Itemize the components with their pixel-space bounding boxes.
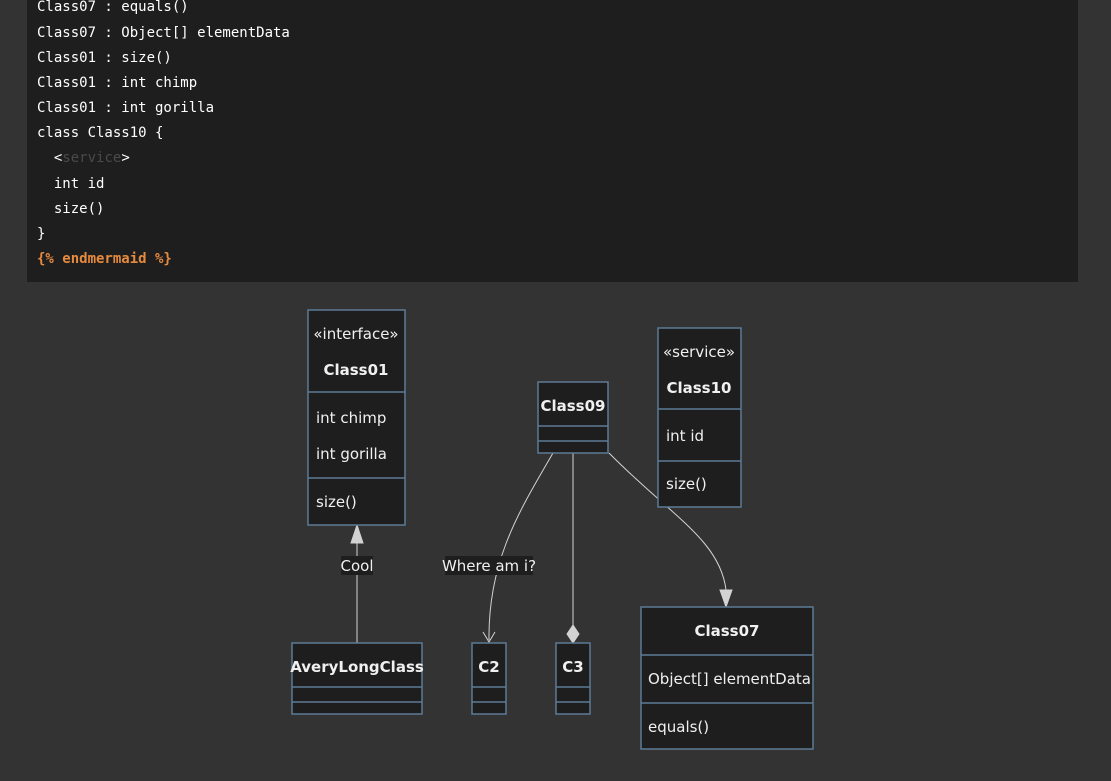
edge-arrow-class07 — [719, 589, 733, 609]
edge-class09-c2 — [488, 452, 554, 641]
class-c3[interactable]: C3 — [555, 642, 591, 715]
class-class01[interactable]: «interface» Class01 int chimp int gorill… — [307, 309, 406, 526]
class10-name: Class10 — [666, 379, 731, 397]
c2-box — [471, 642, 507, 715]
edge-label-where: Where am i? — [442, 556, 536, 575]
averylongclass-name: AveryLongClass — [290, 658, 424, 676]
class01-name: Class01 — [323, 361, 388, 379]
class-class07[interactable]: Class07 Object[] elementData equals() — [640, 606, 814, 750]
class-averylongclass[interactable]: AveryLongClass — [290, 642, 424, 715]
edge-label-cool: Cool — [341, 556, 374, 575]
c3-box — [555, 642, 591, 715]
class-c2[interactable]: C2 — [471, 642, 507, 715]
class-class09[interactable]: Class09 — [537, 381, 609, 454]
class01-attr-2: int gorilla — [316, 445, 387, 463]
c2-name: C2 — [478, 658, 499, 676]
class-diagram: Cool Where am i? «interface» Class01 int… — [290, 309, 814, 750]
class07-attr-1: Object[] elementData — [648, 670, 811, 688]
averylongclass-box — [291, 642, 423, 715]
class10-method-1: size() — [666, 475, 707, 493]
class07-name: Class07 — [694, 622, 759, 640]
class10-stereotype: «service» — [663, 343, 735, 361]
class10-attr-1: int id — [666, 427, 704, 445]
class09-box — [537, 381, 609, 454]
c3-name: C3 — [562, 658, 583, 676]
edge-label-where-text: Where am i? — [442, 557, 536, 575]
page: Class07 : equals() Class07 : Object[] el… — [0, 0, 1111, 781]
class09-name: Class09 — [540, 397, 605, 415]
edge-arrow-class01 — [350, 523, 364, 544]
class07-method-1: equals() — [648, 718, 709, 736]
class01-method-1: size() — [316, 493, 357, 511]
class01-attr-1: int chimp — [316, 409, 386, 427]
edge-diamond-c3 — [566, 624, 580, 644]
class-class10[interactable]: «service» Class10 int id size() — [657, 327, 742, 508]
edge-label-cool-text: Cool — [341, 557, 374, 575]
class01-stereotype: «interface» — [313, 325, 398, 343]
